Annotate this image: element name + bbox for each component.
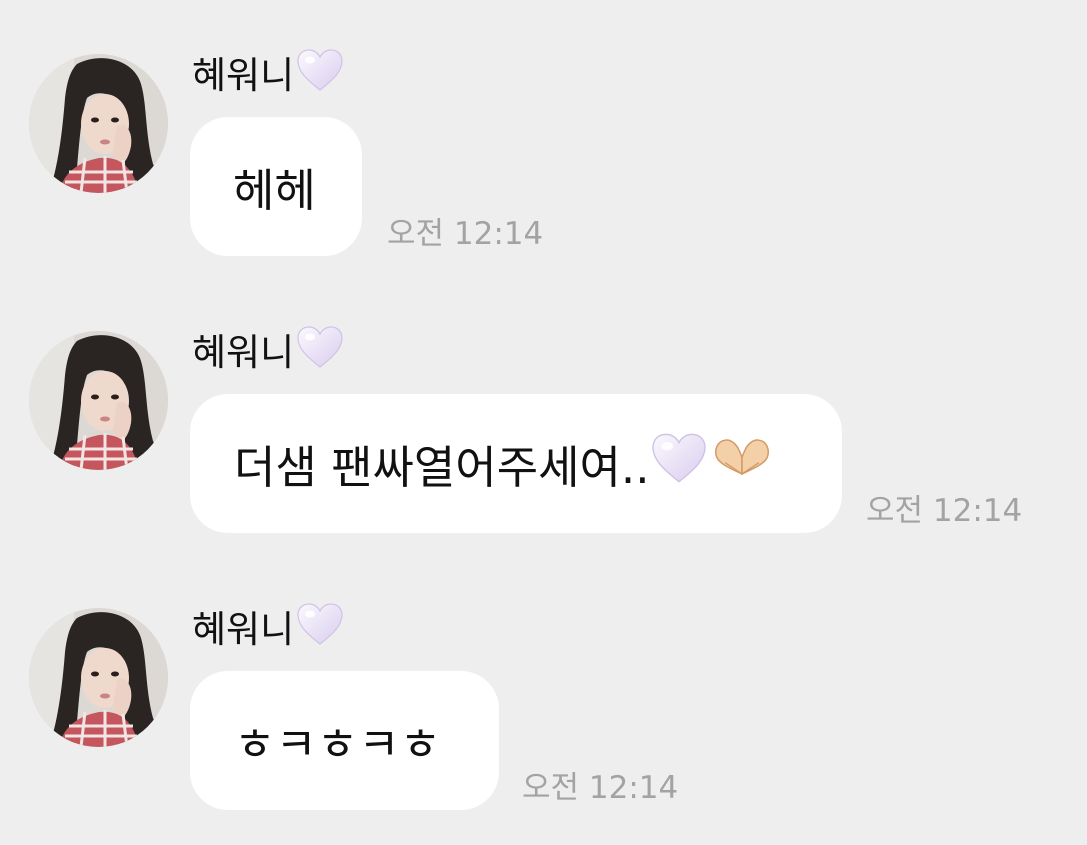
sender-name-text: 혜워니	[192, 53, 295, 97]
avatar-photo	[29, 54, 168, 193]
message-row: 혜워니 헤헤 오전 12:14	[0, 0, 1087, 256]
avatar-photo	[29, 608, 168, 747]
sender-avatar[interactable]	[29, 608, 168, 747]
white-heart-icon	[296, 48, 344, 103]
message-bubble[interactable]: 더샘 팬싸열어주세여..	[190, 394, 842, 533]
sender-name-text: 혜워니	[192, 607, 295, 651]
sender-avatar[interactable]	[29, 54, 168, 193]
sender-name: 혜워니	[192, 602, 344, 657]
message-text: 더샘 팬싸열어주세여..	[234, 441, 650, 494]
message-timestamp: 오전 12:14	[387, 216, 544, 252]
white-heart-icon	[296, 325, 344, 380]
heart-hands-icon	[712, 436, 772, 491]
message-bubble[interactable]: ㅎㅋㅎㅋㅎ	[190, 671, 499, 810]
white-heart-icon	[296, 602, 344, 657]
sender-name: 혜워니	[192, 48, 344, 103]
message-timestamp: 오전 12:14	[522, 770, 679, 806]
avatar-photo	[29, 331, 168, 470]
white-heart-icon	[650, 432, 708, 495]
sender-name-text: 혜워니	[192, 330, 295, 374]
message-text: ㅎㅋㅎㅋㅎ	[234, 718, 442, 771]
message-text: 헤헤	[233, 164, 316, 217]
message-row: 혜워니 더샘 팬싸열어주세여.. 오전 12:14	[0, 277, 1087, 533]
message-row: 혜워니 ㅎㅋㅎㅋㅎ 오전 12:14	[0, 554, 1087, 810]
sender-name: 혜워니	[192, 325, 344, 380]
message-bubble[interactable]: 헤헤	[190, 117, 362, 256]
sender-avatar[interactable]	[29, 331, 168, 470]
message-timestamp: 오전 12:14	[866, 493, 1023, 529]
